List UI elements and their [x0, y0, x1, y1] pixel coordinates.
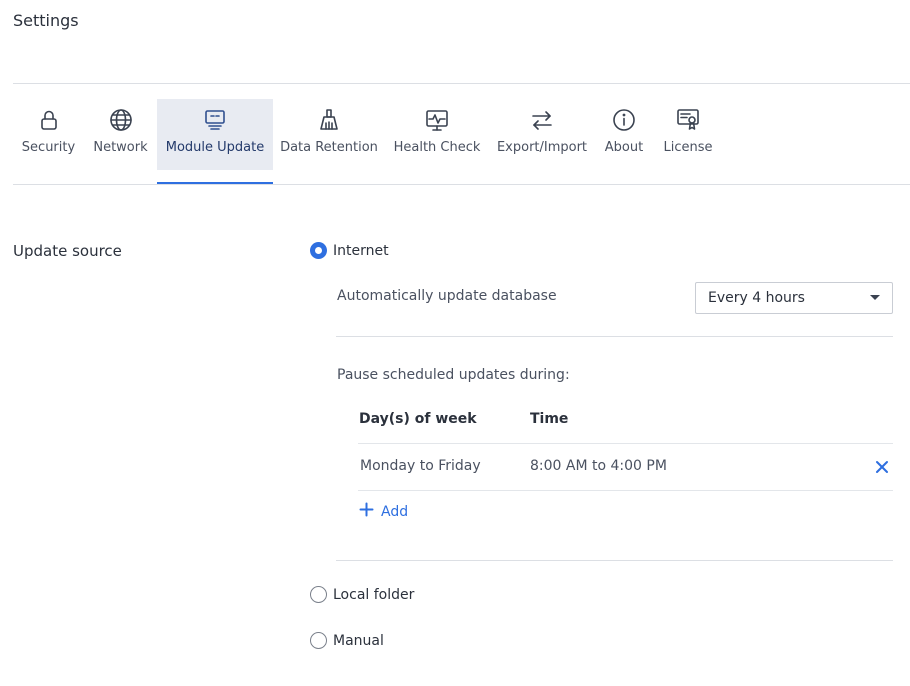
header-divider: [13, 83, 910, 84]
pause-updates-label: Pause scheduled updates during:: [337, 367, 570, 383]
tab-label: Security: [21, 140, 76, 155]
plus-icon: [359, 502, 374, 521]
tab-data-retention[interactable]: Data Retention: [273, 99, 385, 185]
lock-icon: [36, 107, 62, 133]
tab-label: Data Retention: [280, 140, 378, 155]
radio-label: Manual: [333, 632, 384, 649]
section-divider: [336, 336, 893, 337]
radio-label: Local folder: [333, 586, 415, 603]
broom-icon: [316, 107, 342, 133]
globe-icon: [108, 107, 134, 133]
tab-about[interactable]: About: [595, 99, 653, 185]
tab-label: License: [663, 140, 713, 155]
table-divider: [358, 443, 893, 444]
module-update-icon: [202, 107, 228, 133]
tab-label: Health Check: [393, 140, 481, 155]
tab-license[interactable]: License: [653, 99, 723, 185]
add-schedule-button[interactable]: Add: [359, 502, 408, 521]
radio-label: Internet: [333, 242, 389, 259]
remove-row-button[interactable]: [875, 459, 889, 473]
select-value: Every 4 hours: [708, 290, 805, 306]
radio-local-folder[interactable]: Local folder: [310, 586, 414, 603]
cell-time: 8:00 AM to 4:00 PM: [530, 458, 667, 474]
radio-manual[interactable]: Manual: [310, 632, 384, 649]
auto-update-label: Automatically update database: [337, 288, 557, 304]
update-source-label: Update source: [13, 242, 122, 260]
radio-button[interactable]: [310, 586, 327, 603]
certificate-icon: [675, 107, 701, 133]
column-header-days: Day(s) of week: [359, 411, 477, 427]
tab-security[interactable]: Security: [13, 99, 84, 185]
tabs-divider: [13, 184, 910, 185]
info-icon: [611, 107, 637, 133]
tab-health-check[interactable]: Health Check: [385, 99, 489, 185]
tab-label: Export/Import: [496, 140, 588, 155]
settings-tabs: Security Network Module Update Data Rete…: [13, 99, 723, 185]
add-label: Add: [381, 503, 409, 520]
health-monitor-icon: [424, 107, 450, 133]
caret-down-icon: [870, 295, 880, 300]
page-title: Settings: [13, 11, 79, 30]
cell-days: Monday to Friday: [360, 458, 481, 474]
table-divider: [358, 490, 893, 491]
tab-label: Module Update: [165, 140, 265, 155]
radio-internet[interactable]: Internet: [310, 242, 389, 259]
close-icon: [876, 461, 888, 473]
swap-arrows-icon: [529, 107, 555, 133]
tab-label: About: [604, 140, 644, 155]
tab-label: Network: [93, 140, 148, 155]
radio-button-checked[interactable]: [310, 242, 327, 259]
tab-module-update[interactable]: Module Update: [157, 99, 273, 185]
tab-network[interactable]: Network: [84, 99, 157, 185]
update-frequency-select[interactable]: Every 4 hours: [695, 282, 893, 314]
radio-button[interactable]: [310, 632, 327, 649]
tab-export-import[interactable]: Export/Import: [489, 99, 595, 185]
column-header-time: Time: [530, 411, 569, 427]
section-divider: [336, 560, 893, 561]
